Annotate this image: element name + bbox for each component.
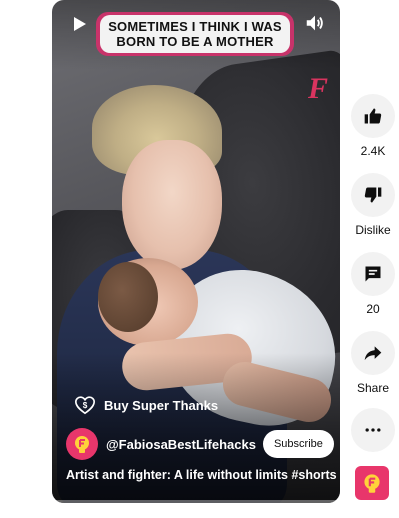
thumbs-down-icon <box>364 187 382 203</box>
channel-thumbnail[interactable] <box>355 466 389 500</box>
shorts-player[interactable]: SOMETIMES I THINK I WAS BORN TO BE A MOT… <box>52 0 340 503</box>
comments-action: 20 <box>350 252 396 316</box>
more-button[interactable] <box>351 408 395 452</box>
thumbs-up-icon <box>364 108 382 124</box>
super-thanks-button[interactable]: $ Buy Super Thanks <box>74 394 218 416</box>
volume-button[interactable] <box>304 12 326 34</box>
channel-avatar[interactable] <box>66 428 98 460</box>
more-horizontal-icon <box>365 428 381 432</box>
like-action: 2.4K <box>350 94 396 158</box>
progress-bar[interactable] <box>52 500 340 503</box>
video-scene-face <box>122 140 222 270</box>
like-button[interactable] <box>351 94 395 138</box>
video-scene-baby-hair <box>98 262 158 332</box>
video-title[interactable]: Artist and fighter: A life without limit… <box>66 468 337 482</box>
play-button[interactable] <box>69 14 89 34</box>
share-button[interactable] <box>351 331 395 375</box>
comments-count: 20 <box>366 302 380 316</box>
lightbulb-logo-icon <box>364 474 380 493</box>
comments-button[interactable] <box>351 252 395 296</box>
dislike-button[interactable] <box>351 173 395 217</box>
subscribe-button[interactable]: Subscribe <box>262 430 334 458</box>
more-action <box>350 408 396 452</box>
volume-icon <box>306 15 323 31</box>
dislike-label: Dislike <box>355 223 391 237</box>
lightbulb-logo-icon <box>75 436 89 453</box>
video-caption: SOMETIMES I THINK I WAS BORN TO BE A MOT… <box>100 15 290 53</box>
svg-text:$: $ <box>83 401 88 410</box>
share-action: Share <box>350 331 396 395</box>
super-thanks-label: Buy Super Thanks <box>104 397 219 413</box>
share-label: Share <box>356 381 390 395</box>
channel-row: @FabiosaBestLifehacks Subscribe <box>66 428 334 460</box>
comment-icon <box>365 266 381 282</box>
like-count: 2.4K <box>360 144 386 158</box>
share-icon <box>364 346 382 361</box>
caption-banner: SOMETIMES I THINK I WAS BORN TO BE A MOT… <box>96 12 294 56</box>
dislike-action: Dislike <box>350 173 396 237</box>
channel-handle[interactable]: @FabiosaBestLifehacks <box>106 437 256 452</box>
watermark-logo: F <box>307 72 328 105</box>
play-icon <box>74 17 86 31</box>
super-thanks-icon: $ <box>75 396 95 415</box>
